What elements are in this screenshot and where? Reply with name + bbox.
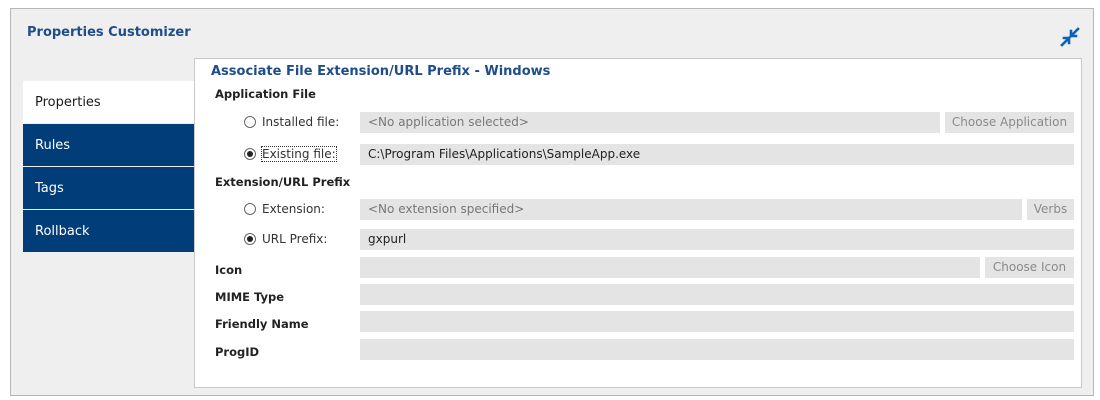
sidebar-item-rollback[interactable]: Rollback [23, 210, 194, 252]
url-prefix-field[interactable]: gxpurl [360, 229, 1074, 250]
sidebar-item-label: Rules [35, 137, 71, 153]
installed-file-label: Installed file: [262, 115, 340, 129]
radio-button-selected-icon[interactable] [244, 233, 256, 245]
collapse-arrows-icon[interactable] [1060, 27, 1080, 47]
friendly-name-field[interactable] [360, 311, 1074, 332]
installed-file-field[interactable]: <No application selected> [360, 112, 940, 133]
progid-label: ProgID [215, 345, 260, 359]
mime-type-field[interactable] [360, 284, 1074, 305]
sidebar-item-label: Tags [35, 180, 64, 196]
properties-customizer-window: Properties Customizer Properties Rules T… [10, 8, 1094, 396]
application-file-heading: Application File [215, 87, 316, 101]
sidebar-item-label: Properties [35, 94, 101, 110]
choose-application-button[interactable]: Choose Application [945, 112, 1074, 133]
radio-button-selected-icon[interactable] [244, 148, 256, 160]
sidebar-item-rules[interactable]: Rules [23, 124, 194, 166]
url-prefix-label: URL Prefix: [262, 232, 328, 246]
progid-field[interactable] [360, 339, 1074, 360]
panel-title: Associate File Extension/URL Prefix - Wi… [211, 64, 551, 79]
icon-label: Icon [215, 263, 243, 277]
existing-file-field[interactable]: C:\Program Files\Applications\SampleApp.… [360, 144, 1074, 165]
extension-label: Extension: [262, 202, 325, 216]
radio-button-icon[interactable] [244, 116, 256, 128]
existing-file-label: Existing file: [261, 146, 337, 162]
extension-field[interactable]: <No extension specified> [360, 199, 1022, 220]
sidebar-item-tags[interactable]: Tags [23, 167, 194, 209]
sidebar-item-label: Rollback [35, 223, 90, 239]
sidebar-item-properties[interactable]: Properties [23, 81, 194, 123]
choose-icon-button[interactable]: Choose Icon [985, 257, 1074, 278]
url-prefix-radio[interactable]: URL Prefix: [244, 229, 327, 249]
radio-button-icon[interactable] [244, 203, 256, 215]
friendly-name-label: Friendly Name [215, 317, 309, 331]
installed-file-radio[interactable]: Installed file: [244, 112, 339, 132]
extension-radio[interactable]: Extension: [244, 199, 325, 219]
sidebar: Properties Rules Tags Rollback [23, 81, 194, 253]
verbs-button[interactable]: Verbs [1027, 199, 1074, 220]
window-title: Properties Customizer [27, 25, 191, 40]
extension-prefix-heading: Extension/URL Prefix [215, 175, 351, 189]
icon-field[interactable] [360, 257, 980, 278]
properties-panel: Associate File Extension/URL Prefix - Wi… [194, 58, 1082, 388]
existing-file-radio[interactable]: Existing file: [244, 144, 337, 164]
mime-type-label: MIME Type [215, 290, 285, 304]
